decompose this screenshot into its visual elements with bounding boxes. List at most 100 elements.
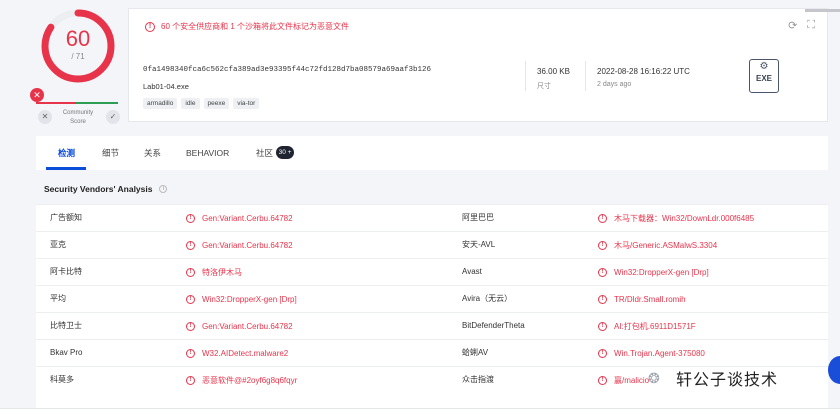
vendor-result: ! 特洛伊木马: [186, 259, 242, 286]
vendor-name: 广告额知: [50, 213, 82, 222]
alert-circle-icon: !: [186, 268, 195, 277]
vendor-result: ! 恶意软件@#2oyf6g8q6fqyr: [186, 367, 297, 394]
tag-via-tor[interactable]: via-tor: [233, 98, 260, 109]
table-row: 广告额知 ! Gen:Variant.Cerbu.64782 阿里巴巴 ! 木马下载…: [36, 204, 828, 231]
result-text: Gen:Variant.Cerbu.64782: [202, 321, 293, 331]
section-title-text: Security Vendors' Analysis: [44, 184, 153, 194]
vendor-result: ! 木马下载器：Win32/DownLdr.000f6485: [598, 205, 754, 232]
summary-actions: ⟳ ⛶: [788, 19, 815, 32]
virustotal-page: 60 / 71 ✕ ✕ Community Score ✓ ! 60 个安全供应商…: [0, 0, 840, 414]
gear-icon: ⚙: [759, 61, 769, 72]
engine-total: / 71: [71, 52, 85, 61]
vendor-name: 亚克: [50, 240, 66, 249]
vote-harmless-button[interactable]: ✓: [106, 110, 120, 124]
result-text: 特洛伊木马: [202, 267, 242, 277]
alert-circle-icon: !: [598, 322, 607, 331]
table-row: 阿卡比特 ! 特洛伊木马 Avast ! Win32:DropperX-gen [D…: [36, 258, 828, 285]
active-tab-indicator: [46, 167, 86, 170]
alert-circle-icon: !: [598, 214, 607, 223]
vendor-result: ! Gen:Variant.Cerbu.64782: [186, 232, 293, 259]
vendor-result: ! Win32:DropperX-gen [Drp]: [186, 286, 297, 313]
result-tabs: 检测 细节 关系 BEHAVIOR 社区 30 +: [36, 136, 828, 170]
vendor-name: 比特卫士: [50, 321, 82, 330]
alert-circle-icon: !: [598, 376, 607, 385]
alert-circle-icon: !: [145, 21, 155, 32]
file-tags: armadillo idle peexe via-tor: [143, 98, 260, 109]
table-row: 平均 ! Win32:DropperX-gen [Drp] Avira（无云） !…: [36, 285, 828, 312]
watermark: ❂ 轩公子谈技术: [648, 366, 778, 390]
wechat-icon: ❂: [648, 370, 660, 386]
community-score-label: Community Score: [62, 110, 94, 125]
divider: [525, 61, 526, 91]
detection-alert: ! 60 个安全供应商和 1 个沙箱将此文件标记为恶意文件: [145, 21, 349, 32]
alert-circle-icon: !: [186, 295, 195, 304]
community-bar-negative: [36, 102, 76, 104]
vendor-result: ! AI:打包机.6911D1571F: [598, 313, 696, 340]
result-text: W32.AIDetect.malware2: [202, 348, 289, 358]
community-bar-positive: [76, 102, 118, 104]
alert-circle-icon: !: [598, 349, 607, 358]
refresh-icon[interactable]: ⟳: [788, 19, 797, 32]
alert-circle-icon: !: [598, 268, 607, 277]
exe-file-icon: ⚙ EXE: [749, 59, 779, 93]
vendor-name: 平均: [50, 294, 66, 303]
vendor-name: 阿里巴巴: [462, 213, 494, 222]
alert-circle-icon: !: [186, 322, 195, 331]
file-hash[interactable]: 0fa1498340fca6c562cfa389ad3e93395f44c72f…: [143, 66, 431, 74]
vendor-name: 阿卡比特: [50, 267, 82, 276]
table-row: 亚克 ! Gen:Variant.Cerbu.64782 安天-AVL ! 木马/G…: [36, 231, 828, 258]
vendor-name: 众击指渡: [462, 375, 494, 384]
vendor-name: 安天-AVL: [462, 240, 496, 249]
info-icon[interactable]: i: [159, 185, 168, 193]
result-text: 木马/Generic.ASMalwS.3304: [614, 240, 718, 250]
table-row: 比特卫士 ! Gen:Variant.Cerbu.64782 BitDefende…: [36, 312, 828, 339]
vendor-result: ! W32.AIDetect.malware2: [186, 340, 288, 367]
file-type-label: EXE: [755, 74, 772, 83]
file-size-label: 尺寸: [537, 83, 551, 90]
floating-action-button[interactable]: [828, 356, 840, 384]
scan-date-value: 2022-08-28 16:16:22 UTC: [597, 67, 690, 76]
detection-count: 60: [65, 26, 91, 51]
result-text: TR/Dldr.Small.romih: [614, 294, 686, 304]
tab-community[interactable]: 社区: [256, 136, 273, 170]
result-text: Win.Trojan.Agent-375080: [614, 348, 705, 358]
vendor-name: 蛤蜊AV: [462, 348, 489, 357]
vendor-name: Bkav Pro: [50, 348, 83, 357]
alert-text: 60 个安全供应商和 1 个沙箱将此文件标记为恶意文件: [161, 22, 350, 31]
tag-peexe[interactable]: peexe: [203, 98, 230, 109]
result-text: Win32:DropperX-gen [Drp]: [202, 294, 297, 304]
alert-circle-icon: !: [598, 241, 607, 250]
vendor-result: ! Gen:Variant.Cerbu.64782: [186, 313, 293, 340]
vendor-result: ! Gen:Variant.Cerbu.64782: [186, 205, 293, 232]
qr-icon[interactable]: ⛶: [807, 19, 815, 32]
result-text: Win32:DropperX-gen [Drp]: [614, 267, 709, 277]
tag-idle[interactable]: idle: [181, 98, 200, 109]
top-scroll-indicator: [805, 9, 840, 12]
result-text: 赢/malicio: [614, 375, 650, 385]
vendor-result: ! 赢/malicio: [598, 367, 649, 394]
bottom-row-peek: [0, 408, 840, 414]
tab-relations[interactable]: 关系: [144, 136, 161, 170]
tab-details[interactable]: 细节: [102, 136, 119, 170]
watermark-text: 轩公子谈技术: [676, 372, 779, 389]
alert-circle-icon: !: [186, 349, 195, 358]
file-summary-card: ! 60 个安全供应商和 1 个沙箱将此文件标记为恶意文件 ⟳ ⛶ 0fa149…: [128, 8, 840, 122]
tab-detection[interactable]: 检测: [58, 136, 75, 170]
tab-behavior[interactable]: BEHAVIOR: [186, 136, 229, 170]
vendor-result: ! Win.Trojan.Agent-375080: [598, 340, 705, 367]
alert-circle-icon: !: [186, 241, 195, 250]
vendor-name: Avira（无云）: [462, 294, 513, 303]
result-text: AI:打包机.6911D1571F: [614, 321, 696, 331]
community-count-badge: 30 +: [276, 146, 294, 159]
result-text: 恶意软件@#2oyf6g8q6fqyr: [202, 375, 298, 385]
scan-date-relative: 2 days ago: [597, 81, 632, 88]
alert-circle-icon: !: [186, 376, 195, 385]
tag-armadillo[interactable]: armadillo: [143, 98, 178, 109]
detection-score-panel: 60 / 71 ✕ ✕ Community Score ✓: [28, 6, 128, 130]
divider: [585, 61, 586, 91]
result-text: 木马下载器：Win32/DownLdr.000f6485: [614, 213, 755, 223]
vendor-name: 科莫多: [50, 375, 74, 384]
result-text: Gen:Variant.Cerbu.64782: [202, 213, 293, 223]
table-row: Bkav Pro ! W32.AIDetect.malware2 蛤蜊AV ! Wi…: [36, 339, 828, 366]
alert-circle-icon: !: [186, 214, 195, 223]
